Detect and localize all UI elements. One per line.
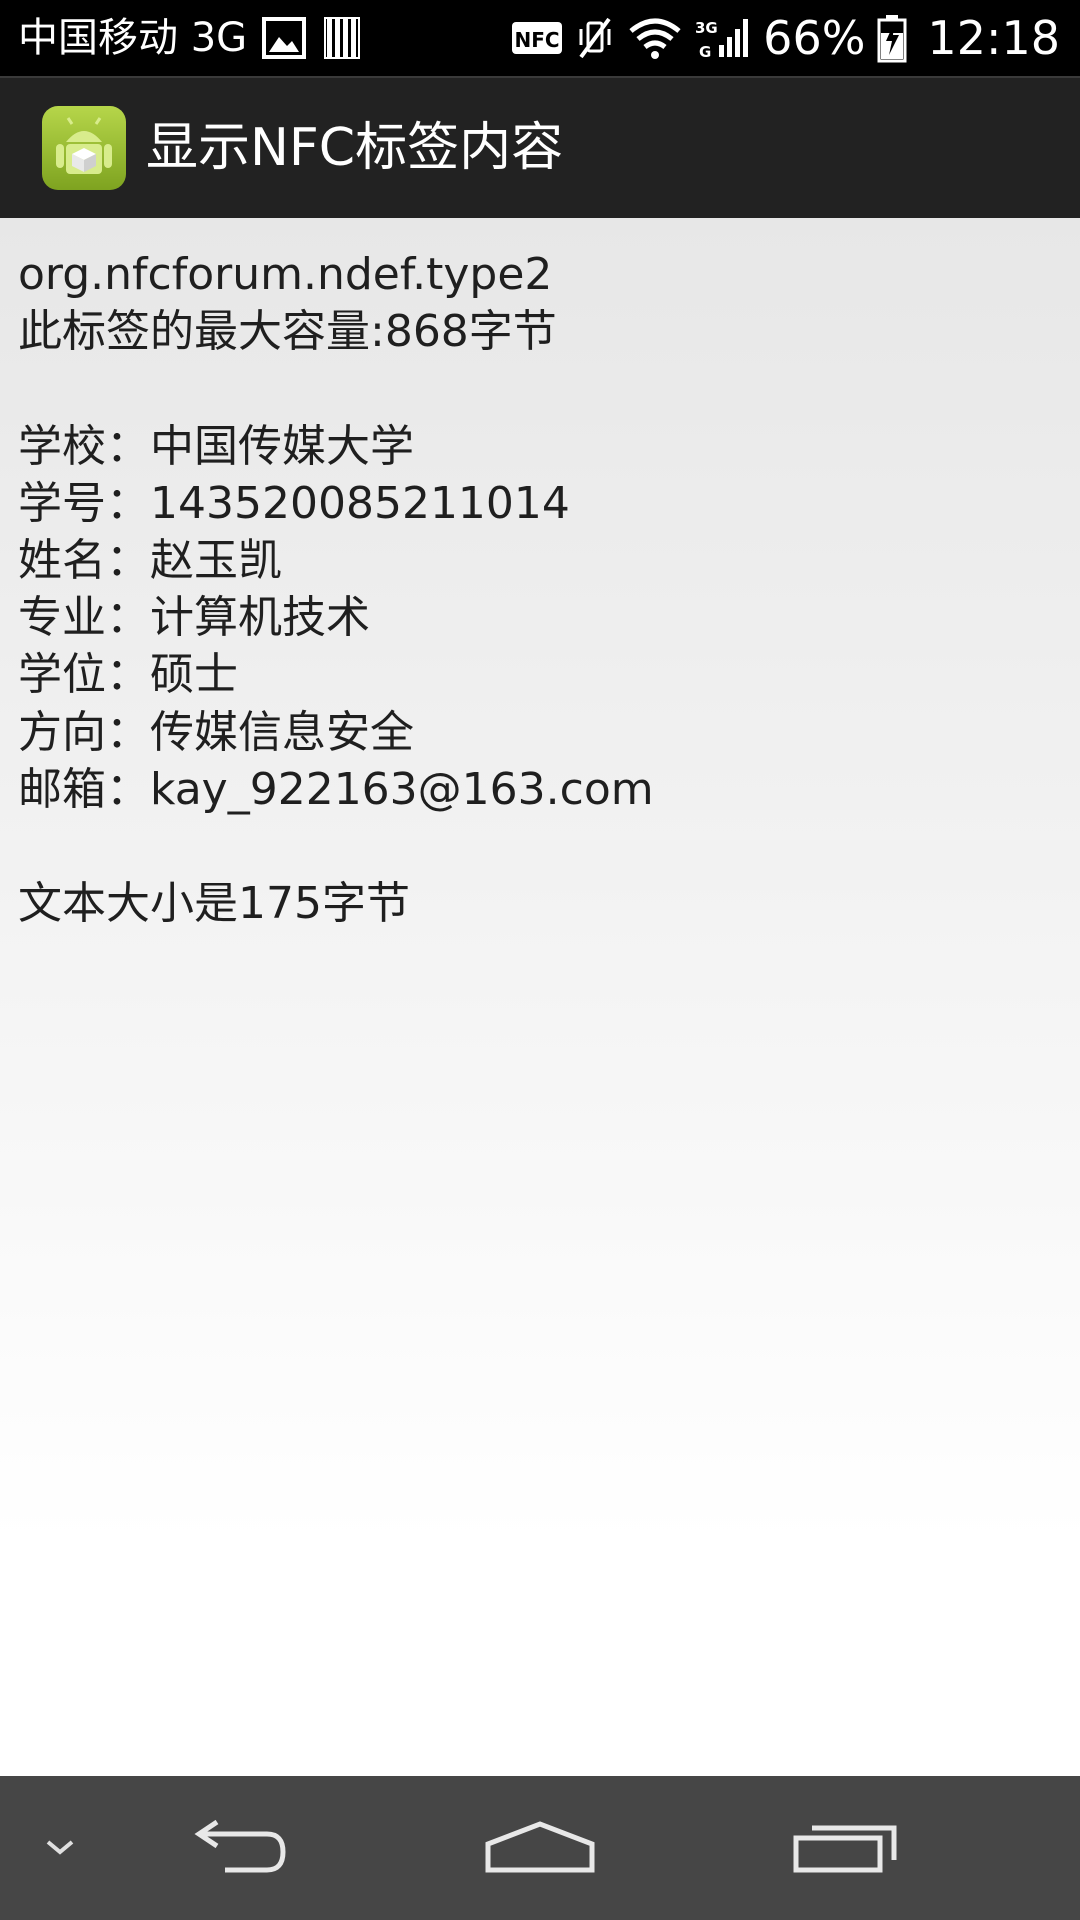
app-title: 显示NFC标签内容	[146, 118, 564, 178]
action-bar: 显示NFC标签内容	[0, 76, 1080, 218]
content-area: org.nfcforum.ndef.type2 此标签的最大容量:868字节 学…	[0, 218, 1080, 1776]
wifi-icon	[627, 15, 683, 61]
android-app-icon[interactable]	[40, 104, 128, 192]
home-icon	[480, 1816, 600, 1880]
clock-label: 12:18	[927, 11, 1060, 65]
back-button[interactable]	[170, 1776, 310, 1920]
status-bar-right: NFC 3G G 66% 12:18	[511, 0, 1060, 76]
hide-nav-button[interactable]	[20, 1776, 100, 1920]
signal-3g-icon: 3G G	[695, 15, 751, 61]
barcode-notification-icon	[321, 15, 365, 61]
svg-text:G: G	[699, 43, 711, 61]
battery-charging-icon	[877, 13, 907, 63]
nfc-icon: NFC	[511, 18, 563, 58]
status-bar-left: 中国移动 3G	[18, 0, 365, 76]
vibrate-icon	[575, 15, 615, 61]
recent-apps-button[interactable]	[775, 1776, 915, 1920]
home-button[interactable]	[470, 1776, 610, 1920]
navigation-bar	[0, 1776, 1080, 1920]
status-bar: 中国移动 3G NFC 3G G 66% 12:18	[0, 0, 1080, 76]
nfc-tag-content-text: org.nfcforum.ndef.type2 此标签的最大容量:868字节 学…	[18, 249, 654, 930]
svg-text:NFC: NFC	[515, 28, 560, 52]
svg-text:3G: 3G	[695, 19, 718, 37]
recent-apps-icon	[790, 1816, 900, 1880]
hide-chevron-icon	[40, 1836, 80, 1860]
carrier-label: 中国移动 3G	[18, 15, 248, 61]
battery-percent-label: 66%	[763, 11, 866, 65]
image-notification-icon	[261, 15, 307, 61]
back-icon	[185, 1816, 295, 1880]
